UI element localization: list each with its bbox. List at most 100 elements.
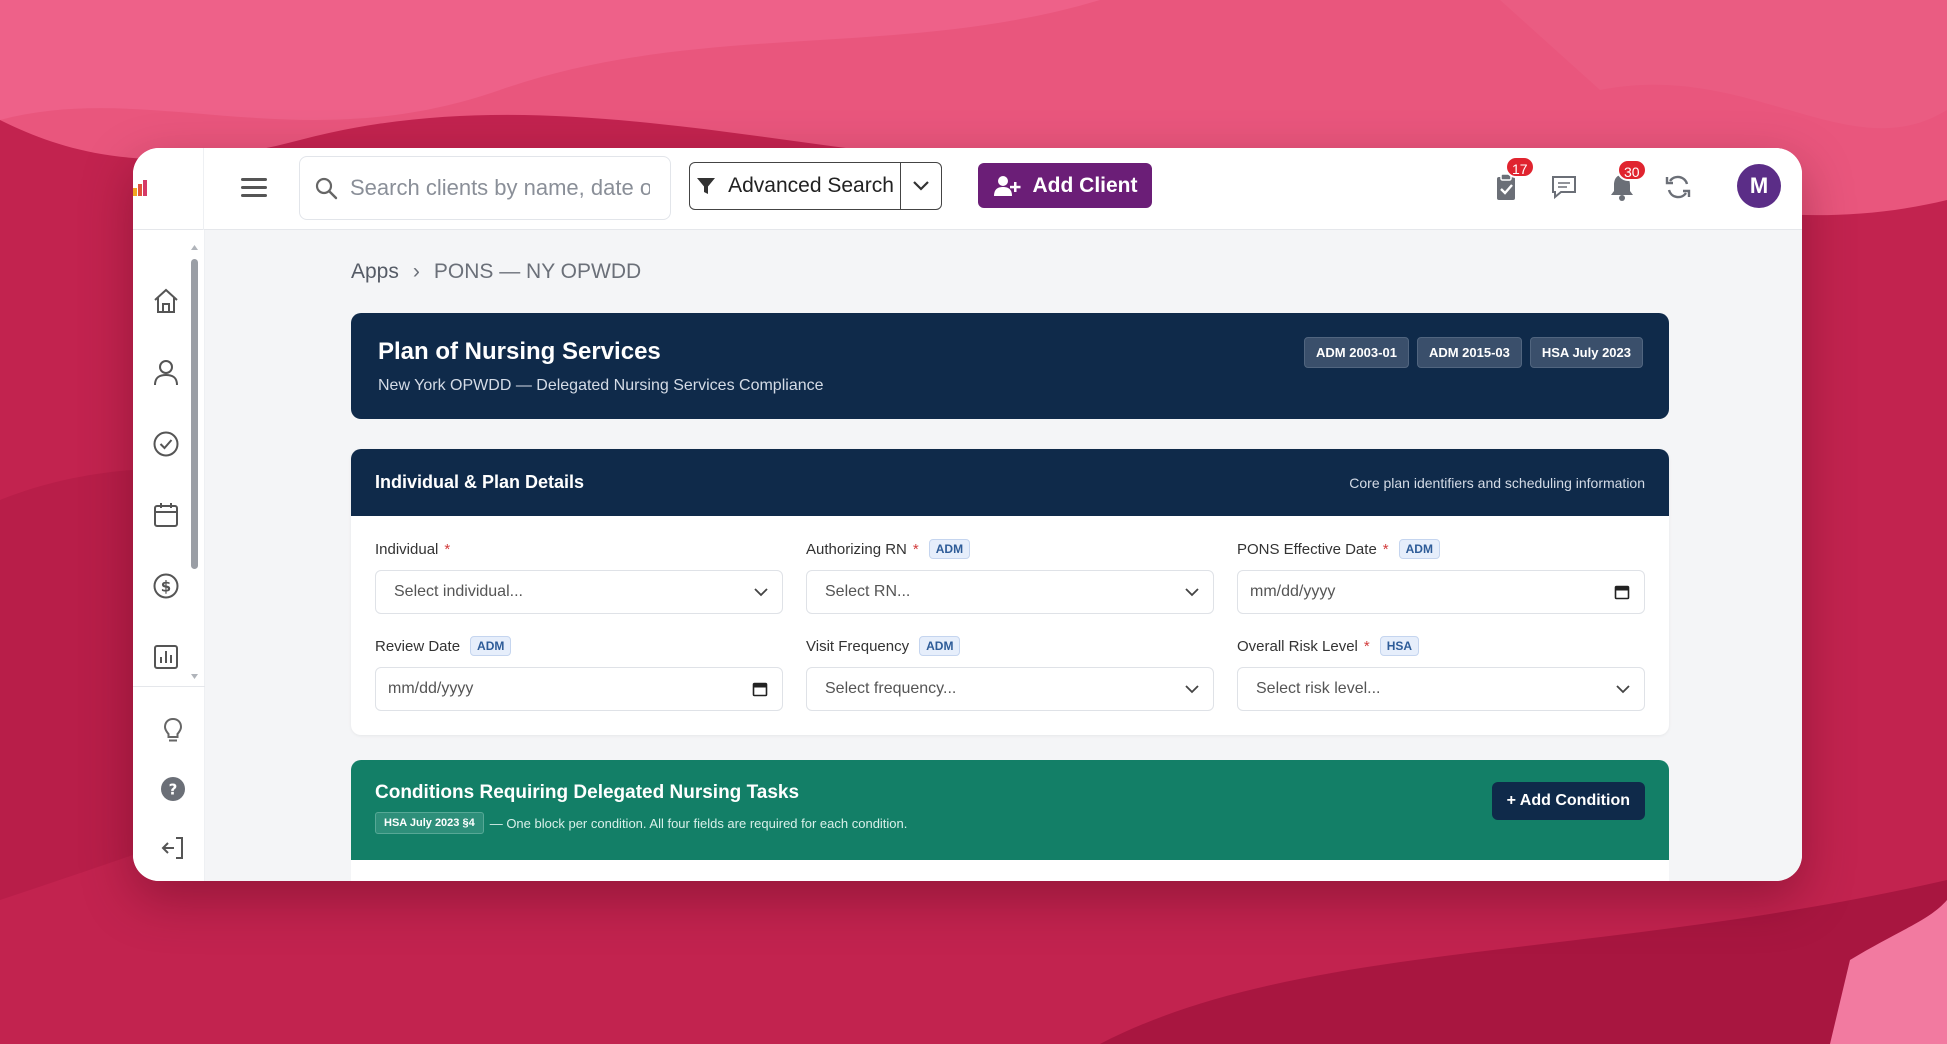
select-value: Select frequency... xyxy=(825,680,957,697)
review-date-field: Review Date ADM mm/dd/yyyy xyxy=(375,635,783,711)
divider xyxy=(203,148,204,230)
calendar-icon[interactable] xyxy=(1614,584,1630,600)
field-label: Visit Frequency ADM xyxy=(806,635,1214,657)
regulation-tag: ADM 2003-01 xyxy=(1304,337,1409,368)
visit-frequency-select[interactable]: Select frequency... xyxy=(806,667,1214,711)
conditions-body xyxy=(351,860,1669,881)
sidebar-item-billing[interactable]: $ xyxy=(151,571,181,601)
regulation-tag: ADM 2015-03 xyxy=(1416,337,1522,368)
page-title: Plan of Nursing Services xyxy=(378,338,661,365)
page-subtitle: New York OPWDD — Delegated Nursing Servi… xyxy=(378,377,824,394)
regulation-tags: ADM 2003-01 ADM 2015-03 HSA July 2023 xyxy=(1304,337,1643,368)
plan-details-header: Individual & Plan Details Core plan iden… xyxy=(351,449,1669,516)
svg-text:$: $ xyxy=(161,578,171,596)
svg-text:?: ? xyxy=(169,781,178,799)
label-text: Visit Frequency xyxy=(806,637,910,655)
search-icon xyxy=(315,177,338,200)
label-text: PONS Effective Date xyxy=(1237,540,1377,558)
note-text: — One block per condition. All four fiel… xyxy=(489,815,908,831)
sidebar-item-clients[interactable] xyxy=(151,358,181,388)
sidebar-item-help[interactable]: ? xyxy=(159,775,189,805)
required-marker: * xyxy=(1363,637,1370,655)
field-label: Review Date ADM xyxy=(375,635,783,657)
chevron-down-icon xyxy=(913,181,929,191)
field-label: Overall Risk Level * HSA xyxy=(1237,635,1645,657)
select-value: Select individual... xyxy=(394,583,523,600)
pons-effective-date-field: PONS Effective Date * ADM mm/dd/yyyy xyxy=(1237,538,1645,614)
pons-effective-date-input[interactable]: mm/dd/yyyy xyxy=(1237,570,1645,614)
regulation-pill: ADM xyxy=(928,539,971,559)
calendar-icon xyxy=(154,503,178,527)
tasks-button[interactable]: 17 xyxy=(1491,156,1535,202)
select-value: Select risk level... xyxy=(1256,680,1381,697)
breadcrumb-separator: › xyxy=(412,260,420,283)
home-icon xyxy=(154,288,178,313)
menu-icon[interactable] xyxy=(239,174,269,204)
sidebar: $ ? xyxy=(133,230,205,881)
add-client-label: Add Client xyxy=(1032,173,1138,197)
date-value: mm/dd/yyyy xyxy=(1250,583,1336,600)
date-value: mm/dd/yyyy xyxy=(388,680,474,697)
authorizing-rn-select[interactable]: Select RN... xyxy=(806,570,1214,614)
regulation-pill: ADM xyxy=(470,636,512,656)
sidebar-item-tips[interactable] xyxy=(159,716,189,746)
required-marker: * xyxy=(912,540,919,558)
chevron-down-icon xyxy=(1616,684,1630,693)
chart-icon xyxy=(154,645,178,669)
filter-icon xyxy=(697,178,716,194)
overall-risk-level-select[interactable]: Select risk level... xyxy=(1237,667,1645,711)
main-content: Apps › PONS — NY OPWDD Plan of Nursing S… xyxy=(205,230,1802,881)
breadcrumb-current: PONS — NY OPWDD xyxy=(433,260,642,283)
search-input[interactable] xyxy=(350,175,650,201)
notifications-button[interactable]: 30 xyxy=(1607,159,1647,202)
select-value: Select RN... xyxy=(825,583,911,600)
notifications-badge: 30 xyxy=(1617,159,1647,181)
app-logo-icon xyxy=(133,180,147,196)
required-marker: * xyxy=(1382,540,1389,558)
sidebar-item-home[interactable] xyxy=(151,286,181,316)
regulation-pill: ADM xyxy=(1398,539,1440,559)
avatar[interactable]: M xyxy=(1737,164,1781,208)
field-label: PONS Effective Date * ADM xyxy=(1237,538,1645,560)
add-client-button[interactable]: Add Client xyxy=(978,163,1152,208)
regulation-tag: HSA July 2023 xyxy=(1529,337,1643,368)
regulation-tag: HSA July 2023 §4 xyxy=(375,812,484,834)
plan-details-card: Individual & Plan Details Core plan iden… xyxy=(351,449,1669,735)
messages-button[interactable] xyxy=(1549,172,1579,202)
chevron-down-icon xyxy=(1185,587,1199,596)
sidebar-scroll-thumb[interactable] xyxy=(191,259,198,569)
check-circle-icon xyxy=(153,431,179,457)
calendar-icon[interactable] xyxy=(752,681,768,697)
field-label: Individual * xyxy=(375,538,783,560)
help-icon: ? xyxy=(161,777,185,801)
conditions-note: HSA July 2023 §4 — One block per conditi… xyxy=(375,812,907,834)
advanced-search-dropdown[interactable] xyxy=(900,162,942,210)
app-window: Advanced Search Add Client 17 xyxy=(133,148,1802,881)
individual-select[interactable]: Select individual... xyxy=(375,570,783,614)
chat-icon xyxy=(1552,176,1576,200)
sidebar-item-calendar[interactable] xyxy=(151,500,181,530)
sidebar-item-logout[interactable] xyxy=(159,834,189,864)
section-subtitle: Core plan identifiers and scheduling inf… xyxy=(1349,474,1645,491)
search-box xyxy=(299,156,671,220)
page-header-banner: Plan of Nursing Services New York OPWDD … xyxy=(351,313,1669,419)
authorizing-rn-field: Authorizing RN * ADM Select RN... xyxy=(806,538,1214,614)
chevron-down-icon xyxy=(1185,684,1199,693)
sidebar-item-tasks[interactable] xyxy=(151,429,181,459)
label-text: Individual xyxy=(375,540,439,558)
refresh-button[interactable] xyxy=(1663,172,1693,202)
logout-icon xyxy=(161,837,183,859)
breadcrumb-apps-link[interactable]: Apps xyxy=(351,260,399,284)
sidebar-item-reports[interactable] xyxy=(151,642,181,672)
add-condition-button[interactable]: + Add Condition xyxy=(1491,782,1645,820)
divider xyxy=(133,686,205,687)
advanced-search-button[interactable]: Advanced Search xyxy=(689,162,901,210)
lightbulb-icon xyxy=(163,717,183,742)
advanced-search-label: Advanced Search xyxy=(728,174,894,197)
review-date-input[interactable]: mm/dd/yyyy xyxy=(375,667,783,711)
conditions-section-header: Conditions Requiring Delegated Nursing T… xyxy=(351,760,1669,860)
user-icon xyxy=(154,360,178,386)
regulation-pill: HSA xyxy=(1379,636,1420,656)
dollar-icon: $ xyxy=(153,573,179,599)
chevron-down-icon xyxy=(754,587,768,596)
